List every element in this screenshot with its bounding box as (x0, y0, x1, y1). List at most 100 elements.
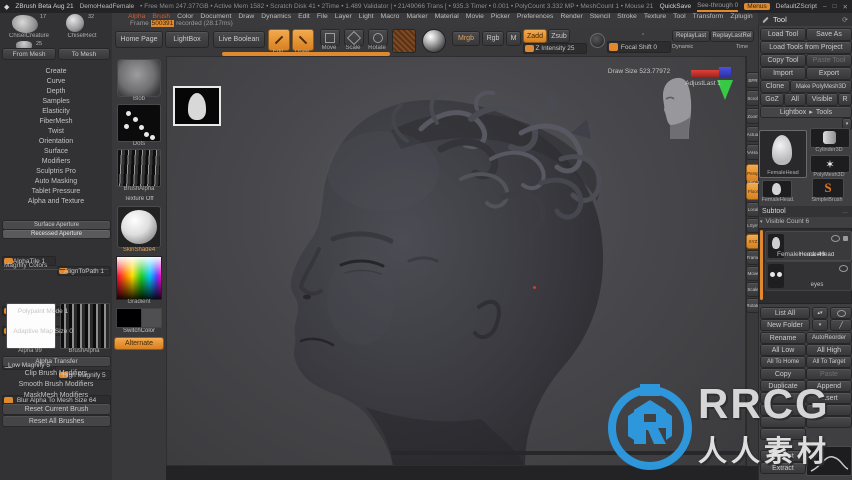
switch-color-button[interactable]: SwitchColor (112, 328, 166, 334)
folder-updown-button[interactable]: ▾ (812, 319, 828, 331)
brush-section-curve[interactable]: Curve (0, 78, 112, 85)
femalehead-small-thumb[interactable] (762, 180, 792, 198)
texture-off-button[interactable]: Texture Off (112, 196, 166, 202)
insert-button[interactable]: Insert (806, 392, 852, 404)
menu-picker[interactable]: Picker (491, 13, 510, 21)
menu-edit[interactable]: Edit (298, 13, 310, 21)
brush-section-tablet-pressure[interactable]: Tablet Pressure (0, 188, 112, 195)
brush-section-fibermesh[interactable]: FiberMesh (0, 118, 112, 125)
lightbox-button[interactable]: LightBox (165, 31, 209, 48)
z-intensity-slider[interactable]: Z Intensity 25 (523, 43, 587, 54)
list-all-button[interactable]: List All (760, 307, 810, 319)
copy-tool-button[interactable]: Copy Tool (760, 54, 806, 67)
cylinder3d-thumb[interactable] (810, 128, 850, 148)
brush-section-modifiers[interactable]: Modifiers (0, 158, 112, 165)
color-gradient-picker[interactable] (116, 256, 162, 300)
chisel-rect-thumb[interactable] (66, 14, 84, 32)
menu-preferences[interactable]: Preferences (517, 13, 554, 21)
make-polymesh3d-button[interactable]: Make PolyMesh3D (790, 80, 852, 93)
subtool-eye-button[interactable] (830, 307, 852, 319)
focal-shift-slider[interactable]: Focal Shift 0 (607, 41, 671, 53)
recessed-aperture-button[interactable]: Recessed Aperture (2, 229, 111, 239)
brush-section-sculptris-pro[interactable]: Sculptris Pro (0, 168, 112, 175)
subtool-button[interactable] (760, 416, 806, 428)
from-mesh-button[interactable]: From Mesh (2, 48, 56, 60)
subtool-updown-button[interactable]: ▴▾ (812, 307, 828, 319)
subtool-button[interactable] (806, 404, 852, 416)
stroke-type-thumb[interactable] (117, 104, 161, 142)
goz-button[interactable]: GoZ (760, 93, 784, 106)
brush-section-samples[interactable]: Samples (0, 98, 112, 105)
see-through-slider[interactable]: See-through 0 (697, 2, 739, 12)
edit-mode-button[interactable] (268, 29, 290, 51)
rename-button[interactable]: Rename (760, 332, 806, 344)
close-icon[interactable]: ✕ (843, 3, 848, 11)
copy-button[interactable]: Copy (760, 368, 806, 380)
menus-toggle[interactable]: Menus (744, 3, 770, 10)
home-page-button[interactable]: Home Page (115, 31, 163, 48)
duplicate-button[interactable]: Duplicate (760, 380, 806, 392)
zscript-button[interactable]: DefaultZScript (776, 3, 817, 10)
subtool-scrollbar[interactable] (760, 230, 763, 300)
menu-marker[interactable]: Marker (406, 13, 427, 21)
canvas-scrollbar[interactable] (391, 451, 741, 455)
lightbox-tools-button[interactable]: Lightbox ▸ Tools (760, 106, 852, 118)
to-mesh-button[interactable]: To Mesh (58, 48, 110, 60)
replay-last-button[interactable]: ReplayLast (672, 30, 710, 42)
paste-tool-button[interactable]: Paste Tool (806, 54, 852, 67)
subtool-row-eyes[interactable]: eyes (765, 261, 852, 291)
current-brush-button[interactable] (392, 29, 416, 53)
zadd-button[interactable]: Zadd (523, 29, 547, 43)
replay-knob-icon[interactable] (642, 33, 644, 35)
secondary-color-swatch[interactable] (141, 308, 162, 328)
m-button[interactable]: M (506, 31, 521, 46)
time-toggle[interactable]: Time (736, 44, 748, 50)
axis-gizmo[interactable] (691, 67, 733, 107)
all-low-button[interactable]: All Low (760, 344, 806, 356)
mrgb-button[interactable]: Mrgb (452, 31, 480, 46)
new-folder-button[interactable]: New Folder (760, 319, 810, 331)
project-button[interactable]: Project (760, 450, 806, 462)
r-button[interactable]: R (838, 93, 852, 106)
live-boolean-button[interactable]: Live Boolean (213, 31, 265, 48)
chisel-creature-thumb[interactable] (12, 15, 38, 33)
menu-zplugin[interactable]: Zplugin (730, 13, 752, 21)
high-magnify-slider[interactable]: High Magnify 5 (57, 370, 111, 380)
eye-icon[interactable] (839, 265, 848, 272)
menu-material[interactable]: Material (435, 13, 459, 21)
append-button[interactable]: Append (806, 380, 852, 392)
aligntopath-slider[interactable]: AlignToPath 1 (57, 266, 111, 276)
rotate-mode-button[interactable] (368, 29, 388, 46)
simplebrush-thumb[interactable]: S (812, 178, 844, 198)
eye-icon[interactable] (831, 235, 840, 242)
autoreorder-button[interactable]: AutoReorder (806, 332, 852, 344)
current-brush-thumb[interactable] (117, 59, 161, 97)
brush-section-auto-masking[interactable]: Auto Masking (0, 178, 112, 185)
paste-button[interactable]: Paste (806, 368, 852, 380)
replay-last-rel-button[interactable]: ReplayLastRel (710, 30, 754, 42)
smooth-brush-modifiers[interactable]: Smooth Brush Modifiers (0, 381, 112, 388)
current-material-button[interactable] (422, 29, 446, 53)
subtool-button[interactable] (806, 416, 852, 428)
dynamic-toggle[interactable]: Dynamic (672, 44, 693, 50)
zsub-button[interactable]: Zsub (548, 29, 570, 43)
triangle-down-icon[interactable]: ▾ (760, 219, 763, 225)
menu-light[interactable]: Light (359, 13, 374, 21)
brush-section-elasticity[interactable]: Elasticity (0, 108, 112, 115)
load-tools-from-project-button[interactable]: Load Tools from Project (760, 41, 852, 54)
menu-render[interactable]: Render (560, 13, 582, 21)
slider-nub[interactable] (609, 43, 618, 51)
stroke-knob-icon[interactable] (590, 33, 605, 48)
brush-section-create[interactable]: Create (0, 68, 112, 75)
alternate-button[interactable]: Alternate (114, 337, 164, 350)
rgb-button[interactable]: Rgb (482, 31, 504, 46)
brush-section-alpha-texture[interactable]: Alpha and Texture (0, 198, 112, 205)
extract-button[interactable]: Extract (760, 462, 806, 474)
menu-stencil[interactable]: Stencil (590, 13, 610, 21)
low-magnify-slider[interactable]: Low Magnify 5 (2, 360, 56, 370)
menu-texture[interactable]: Texture (644, 13, 666, 21)
menu-draw[interactable]: Draw (238, 13, 254, 21)
all-to-home-button[interactable]: All To Home (760, 356, 806, 368)
brush-section-surface[interactable]: Surface (0, 148, 112, 155)
menu-macro[interactable]: Macro (381, 13, 400, 21)
